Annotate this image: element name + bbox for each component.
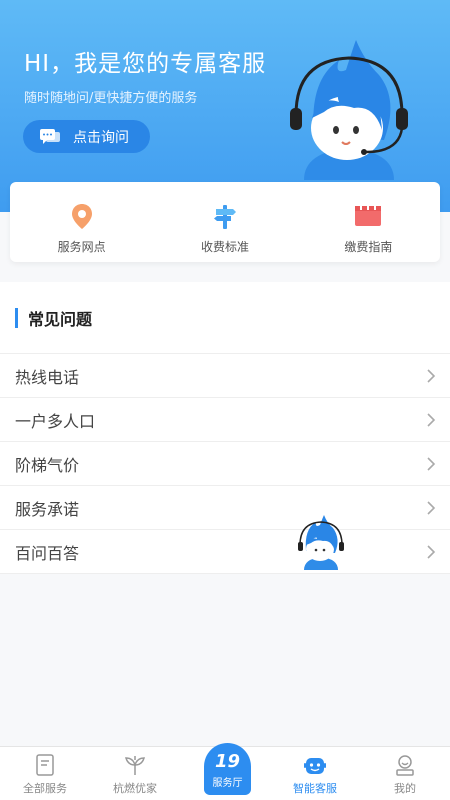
tab-label: 服务厅 [212,778,243,789]
quick-link-fee-standard[interactable]: 收费标准 [153,182,296,262]
tab-label: 智能客服 [293,782,337,795]
mascot-illustration [290,40,408,180]
chevron-right-icon [427,456,436,471]
tab-all-services[interactable]: 全部服务 [0,747,90,800]
quick-link-service-outlets[interactable]: 服务网点 [10,182,153,262]
ask-button-label: 点击询问 [73,129,129,146]
sprout-icon [125,756,145,775]
ask-button[interactable]: 点击询问 [23,120,150,153]
tab-service-hall[interactable]: 19 服务厅 [180,743,270,800]
tab-hangran-youjia[interactable]: 杭燃优家 [90,747,180,800]
chevron-right-icon [427,544,436,559]
faq-section: 常见问题 热线电话 一户多人口 阶梯气价 服务承诺 百问百答 [0,282,450,574]
robot-face-icon [304,758,326,774]
bottom-tab-bar: 全部服务 杭燃优家 19 服务厅 智能客服 我的 [0,743,450,800]
faq-item-label: 百问百答 [15,543,80,563]
faq-title: 常见问题 [28,309,93,329]
user-icon [396,755,414,776]
tab-smart-customer-service[interactable]: 智能客服 [270,747,360,800]
faq-item-label: 阶梯气价 [15,455,80,475]
calendar-card-icon [355,204,382,226]
faq-item-multi-person-household[interactable]: 一户多人口 [0,398,450,442]
hero-banner: HI，我是您的专属客服 随时随地问/更快捷方便的服务 点击询问 [0,0,450,212]
document-icon [36,754,54,776]
hero-title: HI，我是您的专属客服 [24,51,267,77]
quick-link-label: 收费标准 [200,240,249,254]
chevron-right-icon [427,412,436,427]
chevron-right-icon [427,500,436,515]
faq-item-label: 服务承诺 [15,499,80,519]
quick-link-payment-guide[interactable]: 缴费指南 [297,182,440,262]
chevron-right-icon [427,368,436,383]
tab-label: 我的 [394,782,416,795]
signpost-icon [213,205,236,229]
faq-item-label: 一户多人口 [15,411,96,431]
faq-header: 常见问题 [0,282,450,354]
faq-item-hotline[interactable]: 热线电话 [0,354,450,398]
quick-link-label: 缴费指南 [344,240,393,254]
tab-label: 全部服务 [23,782,67,795]
location-pin-icon [71,204,92,229]
faq-item-tiered-gas-price[interactable]: 阶梯气价 [0,442,450,486]
faq-item-qa[interactable]: 百问百答 [0,530,450,574]
quick-links-card: 服务网点 收费标准 缴费指南 [10,182,440,262]
floating-assistant-button[interactable] [296,515,346,570]
tab-mine[interactable]: 我的 [360,747,450,800]
quick-link-label: 服务网点 [57,240,106,254]
faq-item-label: 热线电话 [15,367,80,387]
service-hall-badge: 19 服务厅 [204,743,251,795]
section-accent-bar [15,307,18,328]
faq-item-service-commitment[interactable]: 服务承诺 [0,486,450,530]
chat-icon [40,128,60,144]
tab-label: 杭燃优家 [113,782,157,795]
badge-19-icon: 19 [214,751,241,772]
hero-subtitle: 随时随地问/更快捷方便的服务 [24,91,198,106]
